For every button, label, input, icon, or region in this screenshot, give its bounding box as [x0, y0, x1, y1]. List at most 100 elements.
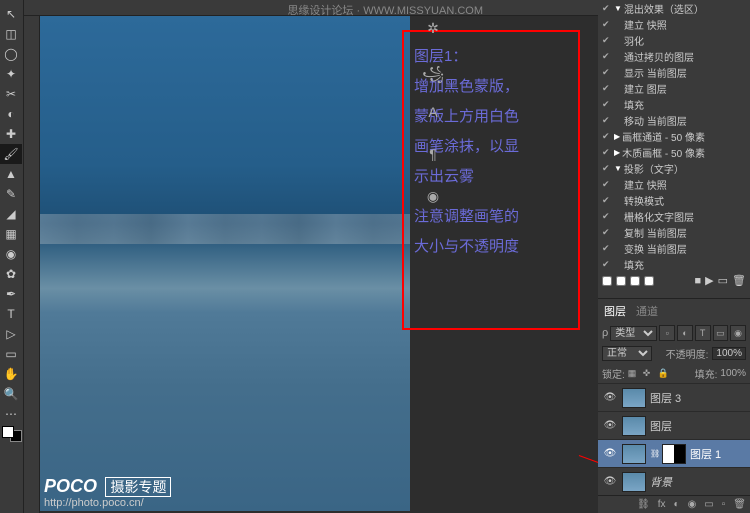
filter-icon[interactable]: ◐ — [677, 325, 693, 341]
lock-pixels-icon[interactable]: ▦ — [628, 368, 640, 380]
layer-row[interactable]: 👁 图层 3 — [598, 383, 750, 411]
layers-bottom-bar: ⛓ fx ◐ ◉ ▭ ▫ 🗑 — [598, 495, 750, 513]
action-item[interactable]: ✔羽化 — [598, 32, 750, 48]
action-item[interactable]: ✔复制 当前图层 — [598, 224, 750, 240]
adjustment-icon[interactable]: ◉ — [688, 499, 697, 510]
blend-mode-select[interactable]: 正常 — [602, 346, 652, 361]
cc-icon[interactable]: ◉ — [422, 188, 444, 210]
compass-icon[interactable]: ✲ — [422, 20, 444, 42]
brush-panel-icon[interactable]: ꧁ — [422, 62, 444, 84]
link-icon[interactable]: ⛓ — [650, 449, 658, 458]
opacity-value[interactable]: 100% — [712, 347, 746, 360]
layer-row[interactable]: 👁 背景 — [598, 467, 750, 495]
shape-tool[interactable]: ▭ — [0, 344, 22, 364]
fx-icon[interactable]: fx — [658, 499, 666, 510]
ruler-vertical — [24, 16, 40, 513]
layers-panel: 图层 通道 ρ 类型 ▫ ◐ T ▭ ◉ 正常 不透明度: 100% 锁定: ▦ — [598, 298, 750, 513]
action-group[interactable]: ✔▶木质画框 - 50 像素 — [598, 144, 750, 160]
eyedrop-tool[interactable]: ◐ — [0, 104, 22, 124]
play-icon[interactable]: ▶ — [705, 274, 713, 287]
stamp-tool[interactable]: ▲ — [0, 164, 22, 184]
action-group[interactable]: ✔▼投影（文字） — [598, 160, 750, 176]
watermark: POCO 摄影专题 http://photo.poco.cn/ — [44, 476, 171, 509]
watermark-subtitle: 摄影专题 — [105, 477, 171, 497]
lock-all-icon[interactable]: 🔒 — [658, 368, 670, 380]
pen-tool[interactable]: ✒ — [0, 284, 22, 304]
action-item[interactable]: ✔变换 当前图层 — [598, 240, 750, 256]
tab-channels[interactable]: 通道 — [636, 303, 658, 319]
new-layer-icon[interactable]: ▫ — [722, 499, 726, 510]
filter-icon[interactable]: ▭ — [713, 325, 729, 341]
fill-value[interactable]: 100% — [720, 368, 746, 379]
action-item[interactable]: ✔栅格化文字图层 — [598, 208, 750, 224]
visibility-icon[interactable]: 👁 — [602, 448, 618, 459]
hand-tool[interactable]: ✋ — [0, 364, 22, 384]
heal-tool[interactable]: ✚ — [0, 124, 22, 144]
character-icon[interactable]: A — [422, 104, 444, 126]
layer-row[interactable]: 👁 ⛓ 图层 1 — [598, 439, 750, 467]
visibility-icon[interactable]: 👁 — [602, 420, 618, 431]
move-tool[interactable]: ↖ — [0, 4, 22, 24]
action-item[interactable]: ✔移动 当前图层 — [598, 112, 750, 128]
action-group[interactable]: ✔▶画框通道 - 50 像素 — [598, 128, 750, 144]
action-item[interactable]: ✔建立 图层 — [598, 80, 750, 96]
action-chk[interactable] — [602, 276, 612, 286]
wand-tool[interactable]: ✦ — [0, 64, 22, 84]
gradient-tool[interactable]: ▦ — [0, 224, 22, 244]
lock-label: 锁定: — [602, 366, 625, 381]
link-layers-icon[interactable]: ⛓ — [637, 499, 650, 510]
layer-thumb[interactable] — [622, 416, 646, 436]
visibility-icon[interactable]: 👁 — [602, 476, 618, 487]
layer-thumb[interactable] — [622, 472, 646, 492]
document-canvas[interactable] — [40, 16, 410, 511]
action-item[interactable]: ✔建立 快照 — [598, 176, 750, 192]
paragraph-icon[interactable]: ¶ — [422, 146, 444, 168]
layer-row[interactable]: 👁 图层 — [598, 411, 750, 439]
filter-icon[interactable]: ◉ — [730, 325, 746, 341]
history-brush-tool[interactable]: ✎ — [0, 184, 22, 204]
crop-tool[interactable]: ✂ — [0, 84, 22, 104]
dodge-tool[interactable]: ✿ — [0, 264, 22, 284]
action-item[interactable]: ✔填充 — [598, 96, 750, 112]
layer-name: 图层 3 — [650, 390, 681, 406]
zoom-tool[interactable]: 🔍 — [0, 384, 22, 404]
trash-icon[interactable]: 🗑 — [732, 274, 746, 287]
action-group[interactable]: ✔▼混出效果（选区） — [598, 0, 750, 16]
path-tool[interactable]: ▷ — [0, 324, 22, 344]
top-watermark: 思缘设计论坛 · WWW.MISSYUAN.COM — [287, 2, 483, 18]
brush-tool[interactable]: 🖌 — [0, 144, 22, 164]
layer-thumb[interactable] — [622, 388, 646, 408]
color-swatch[interactable] — [2, 426, 22, 442]
marquee-tool[interactable]: ◫ — [0, 24, 22, 44]
action-chk[interactable] — [644, 276, 654, 286]
lasso-tool[interactable]: ◯ — [0, 44, 22, 64]
layer-filter-row: ρ 类型 ▫ ◐ T ▭ ◉ — [598, 323, 750, 343]
action-chk[interactable] — [630, 276, 640, 286]
trash-icon[interactable]: 🗑 — [733, 499, 746, 510]
filter-icon[interactable]: ▫ — [659, 325, 675, 341]
action-item[interactable]: ✔填充 — [598, 256, 750, 272]
action-item[interactable]: ✔显示 当前图层 — [598, 64, 750, 80]
action-item[interactable]: ✔建立 快照 — [598, 16, 750, 32]
group-icon[interactable]: ▭ — [704, 499, 713, 510]
tab-layers[interactable]: 图层 — [604, 303, 626, 319]
layer-mask-thumb[interactable] — [662, 444, 686, 464]
filter-kind-select[interactable]: 类型 — [610, 326, 657, 341]
folder-icon[interactable]: ▭ — [718, 274, 728, 287]
filter-icon[interactable]: T — [695, 325, 711, 341]
action-chk[interactable] — [616, 276, 626, 286]
type-tool[interactable]: T — [0, 304, 22, 324]
visibility-icon[interactable]: 👁 — [602, 392, 618, 403]
lock-position-icon[interactable]: ✜ — [643, 368, 655, 380]
more-tool[interactable]: ⋯ — [0, 404, 22, 424]
action-item[interactable]: ✔转换模式 — [598, 192, 750, 208]
stop-icon[interactable]: ■ — [695, 275, 702, 287]
layer-thumb[interactable] — [622, 444, 646, 464]
blur-tool[interactable]: ◉ — [0, 244, 22, 264]
watermark-logo: POCO — [44, 476, 97, 496]
action-item[interactable]: ✔通过拷贝的图层 — [598, 48, 750, 64]
eraser-tool[interactable]: ◢ — [0, 204, 22, 224]
layer-name: 图层 1 — [690, 446, 721, 462]
canvas-area: POCO 摄影专题 http://photo.poco.cn/ 图层1： 增加黑… — [24, 0, 598, 513]
mask-icon[interactable]: ◐ — [674, 499, 680, 510]
